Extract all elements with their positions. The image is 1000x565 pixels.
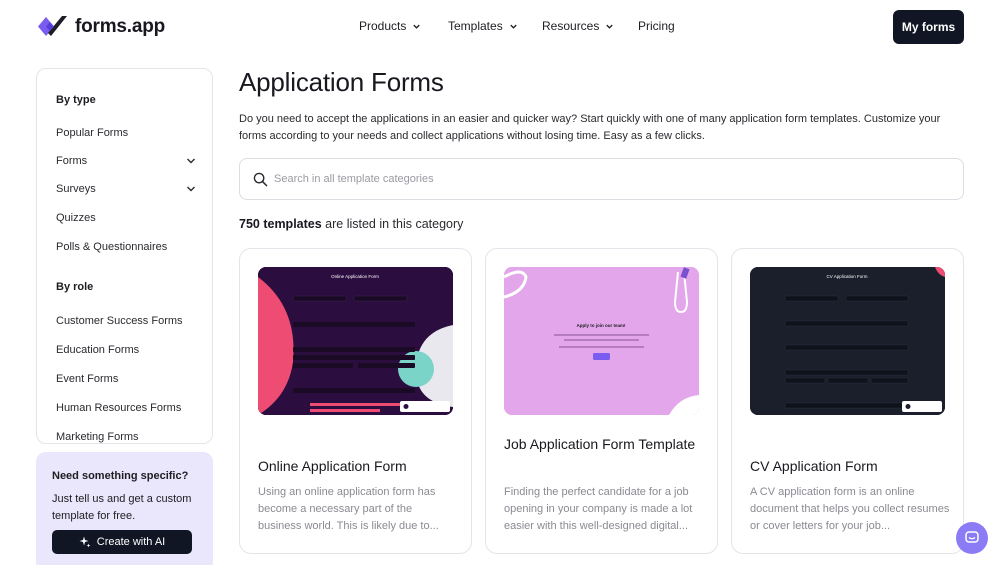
nav-resources[interactable]: Resources (542, 19, 614, 33)
chat-support-button[interactable] (956, 522, 988, 554)
promo-text: Just tell us and get a custom template f… (52, 493, 192, 522)
promo-title: Need something specific? (52, 470, 189, 482)
template-card-online-application[interactable]: Online Application Form Online Applicati… (239, 248, 472, 554)
sidebar-item-surveys[interactable]: Surveys (56, 183, 196, 195)
card-description: Finding the perfect candidate for a job … (504, 486, 693, 532)
sidebar-item-label: Forms (56, 155, 88, 167)
form-preview-image: CV Application Form (750, 267, 945, 415)
sidebar-item-label: Education Forms (56, 344, 140, 356)
template-card-job-application[interactable]: Apply to join our team! Job Application … (485, 248, 718, 554)
nav-templates-label: Templates (448, 19, 503, 33)
template-count-text: are listed in this category (321, 217, 464, 231)
create-with-ai-label: Create with AI (96, 536, 166, 548)
sidebar-item-human-resources[interactable]: Human Resources Forms (56, 402, 196, 414)
card-description: A CV application form is an online docum… (750, 486, 950, 532)
chevron-down-icon (413, 24, 421, 29)
category-description: Do you need to accept the applications i… (239, 113, 941, 142)
sidebar-item-customer-success[interactable]: Customer Success Forms (56, 315, 196, 327)
sparkle-icon (79, 536, 91, 548)
sidebar-item-quizzes[interactable]: Quizzes (56, 212, 196, 224)
create-with-ai-button[interactable]: Create with AI (52, 530, 192, 554)
template-count-number: 750 templates (239, 217, 322, 231)
sidebar-item-label: Event Forms (56, 373, 119, 385)
page-title: Application Forms (239, 67, 444, 97)
thumb-heading: CV Application Form (826, 274, 867, 279)
chevron-down-icon[interactable] (186, 184, 196, 194)
sidebar-item-label: Surveys (56, 183, 96, 195)
by-role-heading: By role (56, 281, 94, 293)
sidebar-item-forms[interactable]: Forms (56, 155, 196, 167)
template-thumbnail: CV Application Form (750, 267, 945, 415)
sidebar-item-label: Polls & Questionnaires (56, 241, 168, 253)
card-title[interactable]: Job Application Form Template (504, 433, 704, 455)
nav-products-label: Products (359, 19, 407, 33)
nav-pricing-label: Pricing (638, 19, 675, 33)
card-title[interactable]: Online Application Form (258, 455, 458, 477)
sidebar-item-education[interactable]: Education Forms (56, 344, 196, 356)
sidebar-item-label: Popular Forms (56, 127, 129, 139)
template-count: 750 templates are listed in this categor… (239, 217, 463, 231)
chat-icon (965, 531, 979, 543)
nav-pricing[interactable]: Pricing (638, 19, 675, 33)
card-description: Using an online application form has bec… (258, 486, 439, 532)
thumb-heading: Apply to join our team! (577, 323, 627, 328)
card-title[interactable]: CV Application Form (750, 455, 950, 477)
nav-resources-label: Resources (542, 19, 600, 33)
sidebar-item-label: Human Resources Forms (56, 402, 182, 414)
chevron-down-icon[interactable] (186, 156, 196, 166)
sidebar-item-event[interactable]: Event Forms (56, 373, 196, 385)
template-search[interactable] (239, 158, 964, 200)
category-sidebar: By type Popular Forms Forms Surveys Quiz… (36, 68, 213, 444)
sidebar-item-popular-forms[interactable]: Popular Forms (56, 127, 196, 139)
nav-products[interactable]: Products (359, 19, 421, 33)
template-thumbnail: Online Application Form (258, 267, 453, 415)
by-type-heading: By type (56, 94, 96, 106)
nav-templates[interactable]: Templates (448, 19, 518, 33)
sidebar-item-label: Customer Success Forms (56, 315, 183, 327)
template-thumbnail: Apply to join our team! (504, 267, 699, 415)
custom-template-promo: Need something specific? Just tell us an… (36, 452, 213, 565)
sidebar-item-marketing[interactable]: Marketing Forms (56, 431, 196, 443)
sidebar-item-polls[interactable]: Polls & Questionnaires (56, 241, 196, 253)
sidebar-item-label: Marketing Forms (56, 431, 139, 443)
chevron-down-icon (606, 24, 614, 29)
form-preview-image: Online Application Form (258, 267, 453, 415)
template-card-cv-application[interactable]: CV Application Form CV Application Form … (731, 248, 964, 554)
main-nav: Products Templates Resources Pricing (0, 19, 1000, 37)
chevron-down-icon (510, 24, 517, 29)
thumb-heading: Online Application Form (331, 274, 379, 279)
sidebar-item-label: Quizzes (56, 212, 96, 224)
search-input[interactable] (274, 173, 914, 185)
top-header: forms.app Products Templates Resources P… (0, 0, 1000, 56)
my-forms-button[interactable]: My forms (893, 10, 964, 44)
form-preview-image: Apply to join our team! (504, 267, 699, 415)
search-icon (253, 172, 268, 186)
